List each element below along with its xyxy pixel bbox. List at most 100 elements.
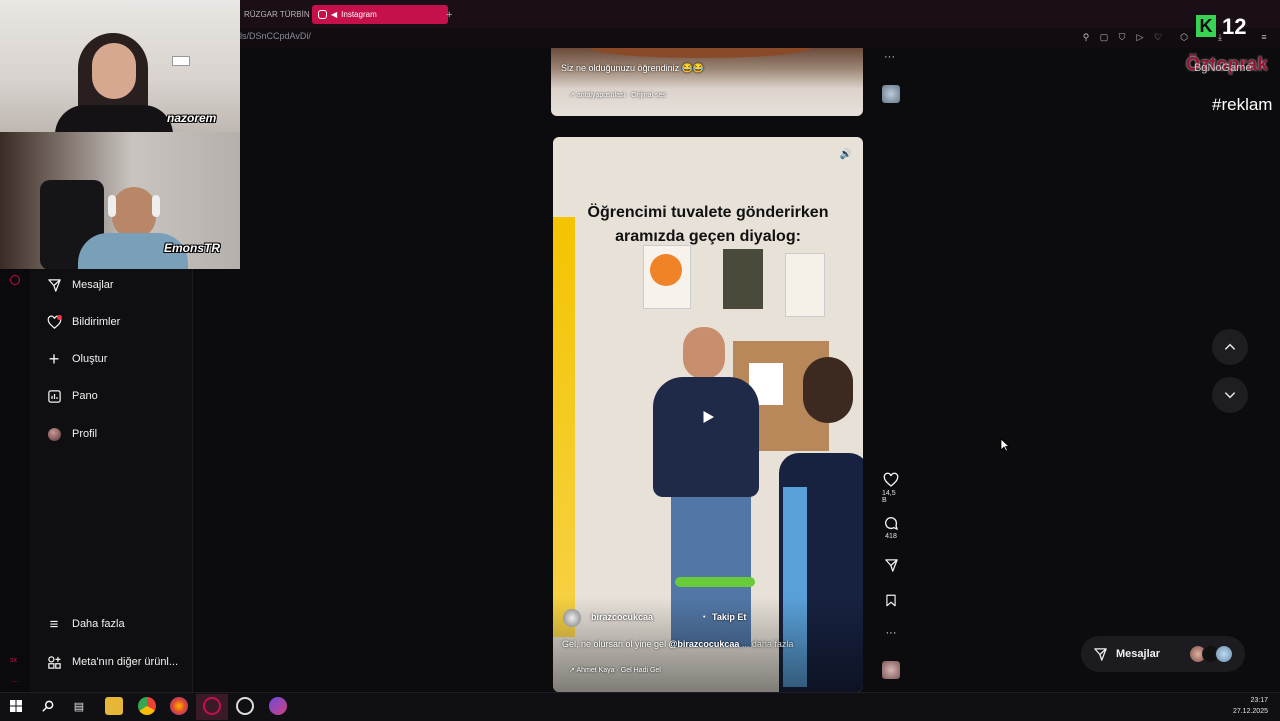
clock-date: 27.12.2025 bbox=[1232, 708, 1268, 715]
screenshot-icon[interactable]: ▢ bbox=[1098, 31, 1110, 43]
caption-text: Gel, ne olursan ol yine gel bbox=[562, 639, 667, 649]
hamburger-icon: ≡ bbox=[49, 615, 59, 633]
orange-drawing bbox=[643, 245, 691, 309]
chevron-up-icon bbox=[1224, 343, 1236, 350]
creator-username[interactable]: birazcocukcaa bbox=[591, 612, 653, 622]
heart-icon bbox=[46, 314, 62, 330]
messages-pill-button[interactable]: Mesajlar bbox=[1081, 636, 1245, 672]
play-icon[interactable]: ▷ bbox=[1134, 31, 1146, 43]
instagram-rail: sx ··· bbox=[0, 269, 30, 692]
reel-audio[interactable]: ↗ antalyapusulasi · Orijinal ses bbox=[569, 91, 666, 99]
file-explorer-icon[interactable] bbox=[105, 697, 123, 715]
save-button[interactable] bbox=[882, 593, 900, 608]
reel-caption: Gel, ne olursan ol yine gel @birazcocukc… bbox=[562, 639, 793, 649]
audio-thumbnail[interactable] bbox=[882, 661, 900, 679]
caption-mention[interactable]: @birazcocukcaa bbox=[669, 639, 740, 649]
dark-drawing bbox=[723, 249, 763, 309]
url-text[interactable]: ls/DSnCCpdAvDi/ bbox=[240, 31, 311, 41]
avatar-icon bbox=[46, 426, 62, 442]
more-dots-icon[interactable]: ··· bbox=[11, 677, 19, 686]
reel-title-line1: Öğrencimi tuvalete gönderirken bbox=[587, 204, 829, 221]
person-silhouette bbox=[78, 187, 188, 269]
plus-icon: + bbox=[48, 348, 60, 369]
tab-label: Instagram bbox=[341, 10, 377, 19]
wall-outlet bbox=[172, 56, 190, 66]
tree-drawing bbox=[785, 253, 825, 317]
bookmark-icon bbox=[886, 594, 896, 607]
sidebar-item-create[interactable]: + Oluştur bbox=[46, 348, 108, 369]
notification-dot bbox=[57, 315, 62, 320]
play-icon[interactable] bbox=[694, 403, 722, 431]
caption-more[interactable]: ... daha fazla bbox=[742, 639, 794, 649]
speaker-icon: ◀ bbox=[331, 10, 338, 19]
search-icon[interactable] bbox=[39, 697, 57, 715]
avatar bbox=[1215, 645, 1233, 663]
chart-icon bbox=[46, 388, 62, 404]
system-clock[interactable]: 23:17 27.12.2025 bbox=[1230, 695, 1268, 717]
pin-icon[interactable]: ⚲ bbox=[1080, 31, 1092, 43]
dot-separator: • bbox=[703, 614, 706, 621]
like-button[interactable]: 14,5 B bbox=[882, 472, 900, 504]
reel-title-line2: aramızda geçen diyalog: bbox=[615, 228, 801, 245]
stool bbox=[675, 577, 755, 587]
sidebar-item-label: Bildirimler bbox=[72, 316, 121, 328]
heart-icon bbox=[883, 472, 899, 487]
sidebar-item-more[interactable]: ≡ Daha fazla bbox=[46, 614, 125, 634]
threads-icon[interactable] bbox=[10, 275, 20, 285]
app-badge-icon: sx bbox=[10, 657, 17, 664]
chevron-down-icon bbox=[1224, 392, 1236, 399]
apps-grid-icon bbox=[46, 654, 62, 670]
sidebar-item-meta[interactable]: Meta'nın diğer ürünl... bbox=[46, 652, 178, 672]
previous-reel[interactable]: Siz ne olduğunuzu öğrendiniz 😂😂 ↗ antaly… bbox=[551, 48, 863, 116]
more-options-icon[interactable]: ··· bbox=[884, 51, 895, 63]
extension-icon[interactable]: ⬡ bbox=[1178, 31, 1190, 43]
sidebar-item-notifications[interactable]: Bildirimler bbox=[46, 312, 120, 332]
windows-start-icon[interactable] bbox=[7, 697, 25, 715]
more-options-icon[interactable]: ··· bbox=[882, 627, 900, 639]
creator-avatar[interactable] bbox=[563, 609, 581, 627]
menu-icon[interactable]: ≡ bbox=[1258, 31, 1270, 43]
send-icon bbox=[46, 277, 62, 293]
tab-label: RÜZGAR TÜRBİN bbox=[244, 10, 310, 19]
chrome-icon[interactable] bbox=[138, 697, 156, 715]
clock-app-icon[interactable] bbox=[236, 697, 254, 715]
mouse-cursor-icon bbox=[1000, 438, 1011, 457]
sidebar-item-dashboard[interactable]: Pano bbox=[46, 386, 98, 406]
webcam-streamer-2: EmonsTR bbox=[0, 132, 240, 269]
reel-audio-label: antalyapusulasi · Orijinal ses bbox=[576, 92, 666, 99]
sidebar-item-label: Meta'nın diğer ürünl... bbox=[72, 656, 179, 668]
previous-reel-button[interactable] bbox=[1212, 329, 1248, 365]
firefox-icon[interactable] bbox=[170, 697, 188, 715]
comment-button[interactable]: 418 bbox=[882, 515, 900, 540]
tab-instagram[interactable]: ◀ Instagram bbox=[312, 5, 448, 24]
send-icon bbox=[1094, 647, 1107, 661]
reel-audio[interactable]: ↗ Ahmet Kaya · Gel Hadi Gel bbox=[569, 666, 661, 674]
reel-caption: Siz ne olduğunuzu öğrendiniz 😂😂 bbox=[561, 63, 704, 73]
messages-pill-label: Mesajlar bbox=[1116, 648, 1161, 660]
comment-icon bbox=[885, 517, 899, 531]
number-chart-decoration bbox=[553, 217, 575, 637]
shield-icon[interactable]: ⛉ bbox=[1116, 31, 1128, 43]
windows-taskbar bbox=[0, 692, 1280, 721]
current-reel[interactable]: Öğrencimi tuvalete gönderirken aramızda … bbox=[553, 137, 863, 692]
food-plate-image bbox=[591, 48, 811, 58]
opera-gx-icon[interactable] bbox=[203, 697, 221, 715]
viewer-counter: 12 bbox=[1222, 14, 1247, 39]
next-reel-button[interactable] bbox=[1212, 377, 1248, 413]
send-icon bbox=[884, 559, 898, 572]
cam1-name-label: nazorem bbox=[167, 111, 217, 125]
share-button[interactable] bbox=[882, 558, 900, 573]
app-icon[interactable] bbox=[269, 697, 287, 715]
tab-ruzgar-turbin[interactable]: RÜZGAR TÜRBİN bbox=[238, 5, 316, 24]
task-view-icon[interactable]: ▤ bbox=[70, 697, 88, 715]
heart-icon[interactable]: ♡ bbox=[1152, 31, 1164, 43]
sidebar-item-profile[interactable]: Profil bbox=[46, 424, 97, 444]
sound-toggle-icon[interactable]: 🔊 bbox=[839, 147, 853, 161]
follow-button[interactable]: Takip Et bbox=[712, 612, 746, 622]
sidebar-item-label: Daha fazla bbox=[72, 618, 125, 630]
audio-thumbnail[interactable] bbox=[882, 85, 900, 103]
new-tab-button[interactable]: + bbox=[440, 5, 466, 24]
ad-tag: #reklam bbox=[1212, 95, 1273, 114]
person-silhouette bbox=[50, 5, 173, 132]
sidebar-item-messages[interactable]: Mesajlar bbox=[46, 275, 114, 295]
